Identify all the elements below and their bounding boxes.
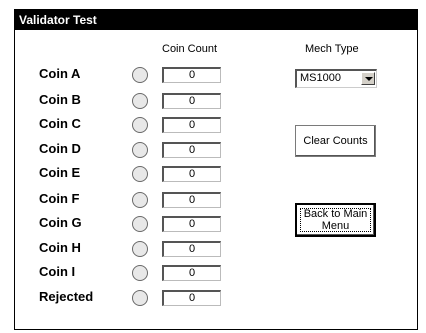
coin-b-count: 0 <box>162 93 221 109</box>
coin-i-indicator <box>132 265 148 281</box>
row-label-coin-h: Coin H <box>39 240 81 255</box>
coin-count-header: Coin Count <box>162 43 218 55</box>
row-label-coin-a: Coin A <box>39 66 81 81</box>
back-to-main-menu-button[interactable]: Back to Main Menu <box>295 203 376 237</box>
coin-e-indicator <box>132 166 148 182</box>
row-label-coin-c: Coin C <box>39 116 81 131</box>
row-label-coin-g: Coin G <box>39 215 82 230</box>
row-label-coin-f: Coin F <box>39 191 80 206</box>
clear-counts-button[interactable]: Clear Counts <box>295 125 376 157</box>
coin-c-indicator <box>132 117 148 133</box>
rejected-count: 0 <box>162 290 221 306</box>
coin-g-count: 0 <box>162 216 221 232</box>
mech-type-value: MS1000 <box>300 72 341 84</box>
back-button-line-2: Menu <box>321 220 350 232</box>
coin-i-count: 0 <box>162 265 221 281</box>
mech-type-select[interactable]: MS1000 <box>295 69 377 88</box>
row-label-rejected: Rejected <box>39 289 94 304</box>
chevron-down-icon[interactable] <box>361 72 375 85</box>
coin-a-count: 0 <box>162 67 221 83</box>
coin-d-indicator <box>132 142 148 158</box>
row-label-coin-d: Coin D <box>39 141 81 156</box>
coin-b-indicator <box>132 93 148 109</box>
coin-d-count: 0 <box>162 142 221 158</box>
coin-f-indicator <box>132 192 148 208</box>
coin-h-indicator <box>132 241 148 257</box>
coin-e-count: 0 <box>162 166 221 182</box>
window-title: Validator Test <box>15 10 417 30</box>
back-button-line-1: Back to Main <box>303 208 368 220</box>
coin-h-count: 0 <box>162 241 221 257</box>
coin-c-count: 0 <box>162 117 221 133</box>
rejected-indicator <box>132 290 148 306</box>
row-label-coin-b: Coin B <box>39 92 81 107</box>
coin-g-indicator <box>132 216 148 232</box>
coin-a-indicator <box>132 67 148 83</box>
coin-f-count: 0 <box>162 192 221 208</box>
mech-type-header: Mech Type <box>305 43 359 55</box>
row-label-coin-i: Coin I <box>39 264 76 279</box>
row-label-coin-e: Coin E <box>39 165 81 180</box>
validator-test-window: Validator Test Coin Count Mech Type Coin… <box>14 9 418 330</box>
